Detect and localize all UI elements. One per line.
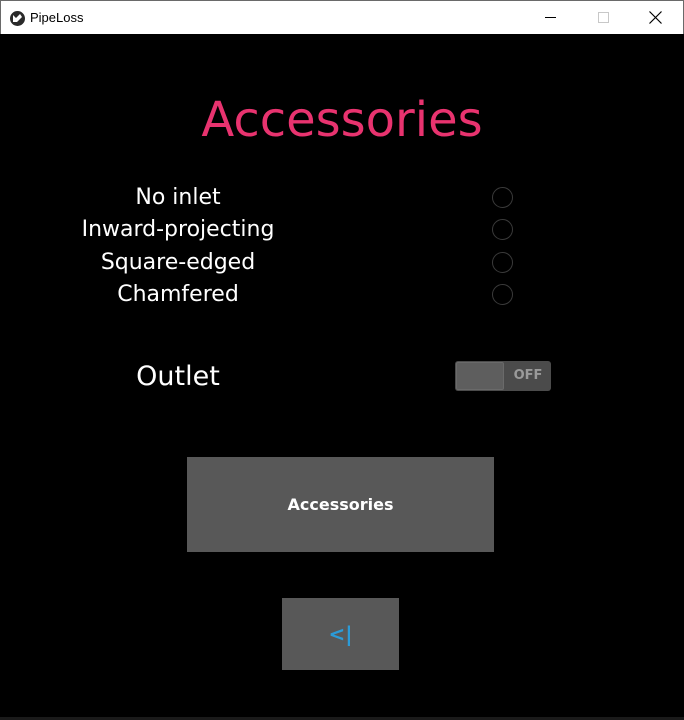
radio-square-edged[interactable] <box>492 252 513 273</box>
minimize-icon <box>545 17 556 18</box>
accessories-button[interactable]: Accessories <box>187 457 494 552</box>
option-label-inward-projecting: Inward-projecting <box>81 217 275 242</box>
option-label-square-edged: Square-edged <box>100 250 256 275</box>
back-button[interactable]: <| <box>282 598 399 670</box>
main-content: Accessories No inlet Inward-projecting S… <box>0 34 684 720</box>
close-icon <box>649 11 662 24</box>
window-title: PipeLoss <box>30 10 84 25</box>
outlet-label: Outlet <box>136 361 220 392</box>
option-label-no-inlet: No inlet <box>135 185 221 210</box>
kivy-logo-icon <box>10 11 25 26</box>
option-label-chamfered: Chamfered <box>117 282 239 307</box>
outlet-switch[interactable]: OFF <box>455 361 551 391</box>
switch-state-text: OFF <box>513 368 543 383</box>
radio-no-inlet[interactable] <box>492 187 513 208</box>
maximize-button[interactable] <box>580 1 626 34</box>
close-button[interactable] <box>633 1 679 34</box>
maximize-icon <box>598 12 609 23</box>
page-title: Accessories <box>201 92 483 148</box>
minimize-button[interactable] <box>528 1 574 34</box>
window-titlebar: PipeLoss <box>0 0 684 34</box>
switch-thumb[interactable] <box>456 362 504 390</box>
radio-chamfered[interactable] <box>492 284 513 305</box>
radio-inward-projecting[interactable] <box>492 219 513 240</box>
